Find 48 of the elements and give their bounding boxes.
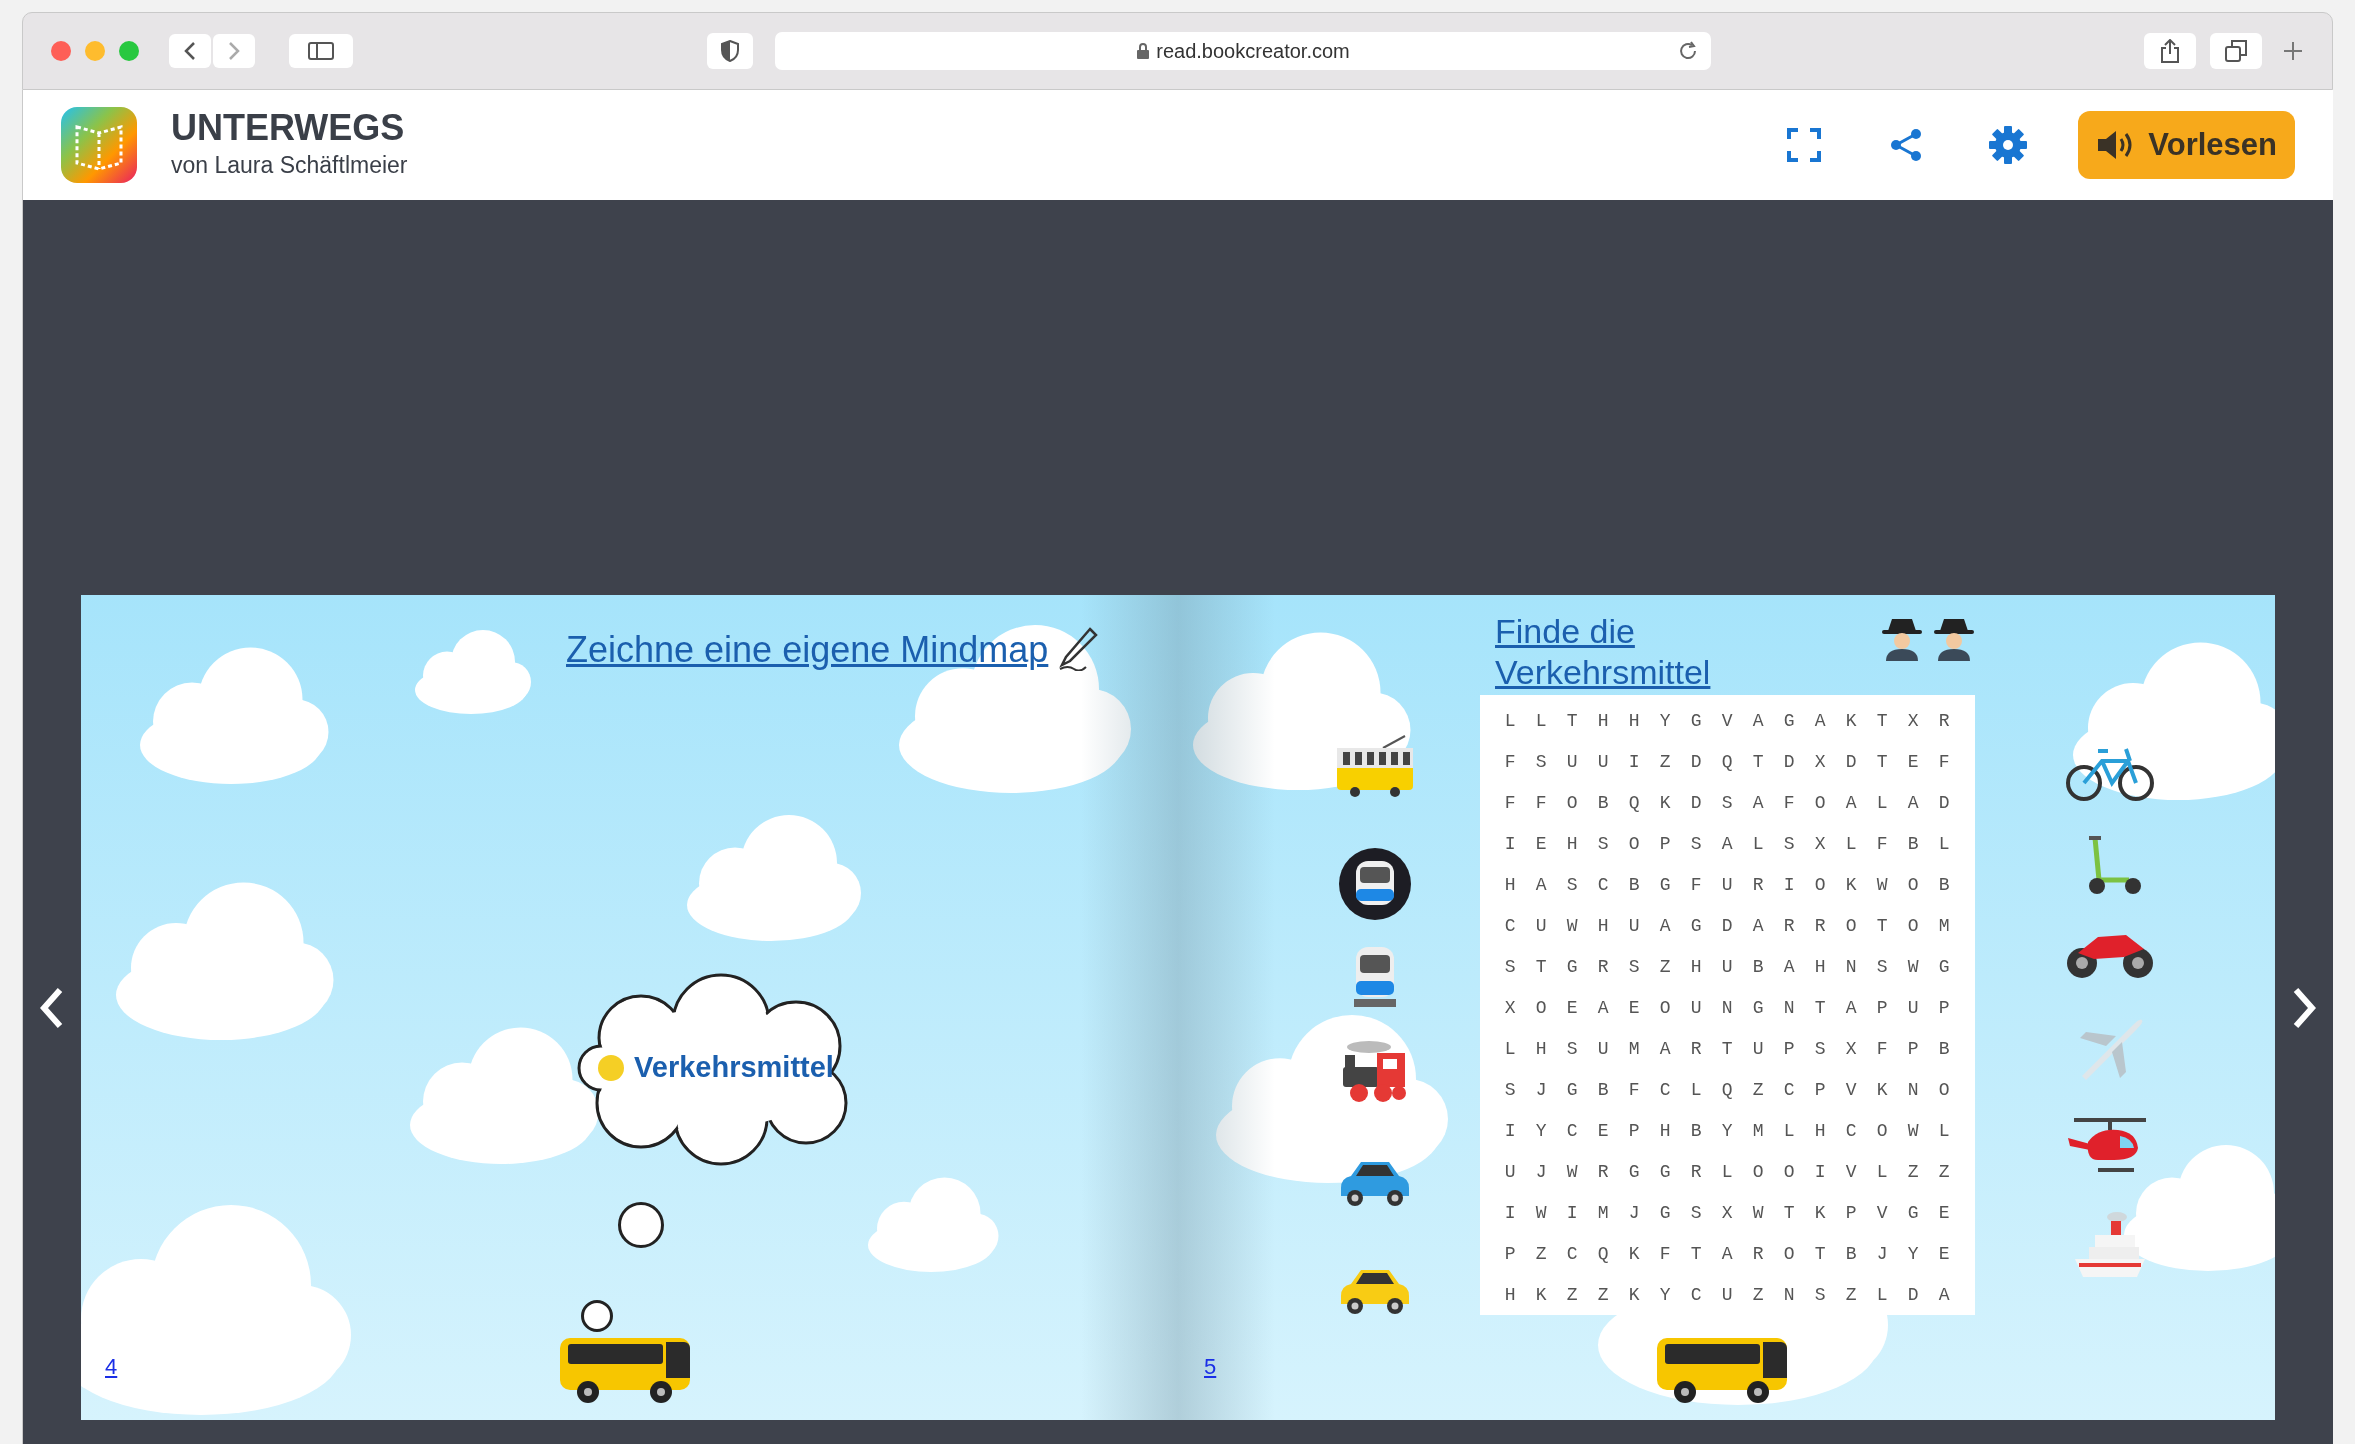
letter-row-text: X O E A E O U N G N T A P U P: [1503, 997, 1955, 1020]
forward-icon: [227, 41, 241, 61]
back-button[interactable]: [169, 34, 211, 68]
detective-icon: [1880, 617, 1924, 661]
share-button[interactable]: [2144, 33, 2196, 69]
letter-row-text: L H S U M A R T U P S X F P B: [1503, 1038, 1955, 1061]
app-logo-icon: [61, 107, 137, 183]
letter-row-text: P Z C Q K F T A R O T B J Y E: [1503, 1243, 1955, 1266]
page-number-link[interactable]: 4: [105, 1350, 118, 1383]
chevron-left-icon: [40, 985, 64, 1030]
new-tab-icon[interactable]: [2282, 40, 2304, 62]
settings-icon: [1988, 125, 2029, 165]
back-icon: [183, 41, 197, 61]
thought-text: Verkehrsmittel: [634, 1050, 834, 1086]
letter-row-text: C U W H U A G D A R R O T O M: [1503, 915, 1955, 938]
shield-icon: [721, 40, 739, 62]
privacy-button[interactable]: [707, 33, 753, 69]
letter-row-text: L L T H H Y G V A G A K T X R: [1503, 710, 1955, 733]
letter-row-text: S J G B F C L Q Z C P V K N O: [1503, 1079, 1955, 1102]
close-icon[interactable]: [51, 41, 71, 61]
letter-row-text: U J W R G G R L O O I V L Z Z: [1503, 1161, 1955, 1184]
letter-row-text: H K Z Z K Y C U Z N S Z L D A: [1503, 1284, 1955, 1307]
detective-icon: [1932, 617, 1976, 661]
read-aloud-button[interactable]: Vorlesen: [2078, 111, 2295, 179]
reload-icon[interactable]: [1677, 40, 1699, 62]
letter-row-text: I Y C E P H B Y M L H C O W L: [1503, 1120, 1955, 1143]
chevron-right-icon: [2292, 985, 2316, 1030]
letter-row-text: I E H S O P S A L S X L F B L: [1503, 833, 1955, 856]
pencil-icon: [1058, 627, 1099, 671]
page-number-link[interactable]: 5: [1204, 1350, 1217, 1383]
book-title: UNTERWEGS: [171, 107, 406, 148]
lock-icon: [1136, 43, 1151, 59]
letter-row-text: I W I M J G S X W T K P V G E: [1503, 1202, 1955, 1225]
page-heading: Finde die Verkehrsmittel: [1495, 611, 1712, 693]
sidebar-button[interactable]: [289, 34, 353, 68]
url-text: read.bookcreator.com: [1156, 39, 1350, 64]
book-author: von Laura Schäftlmeier: [171, 150, 408, 180]
fullscreen-icon: [1786, 127, 1823, 163]
sidebar-icon: [308, 42, 334, 60]
tabs-icon: [2225, 40, 2247, 62]
letter-row-text: F F O B Q K D S A F O A L A D: [1503, 792, 1955, 815]
letter-row-text: H A S C B G F U R I O K W O B: [1503, 874, 1955, 897]
letter-row-text: S T G R S Z H U B A H N S W G: [1503, 956, 1955, 979]
address-bar[interactable]: read.bookcreator.com: [775, 32, 1711, 70]
metro-icon: [1338, 847, 1412, 921]
tabs-button[interactable]: [2210, 33, 2262, 69]
share-icon: [2160, 39, 2180, 63]
letter-row-text: F S U U I Z D Q T D X D T E F: [1503, 751, 1955, 774]
